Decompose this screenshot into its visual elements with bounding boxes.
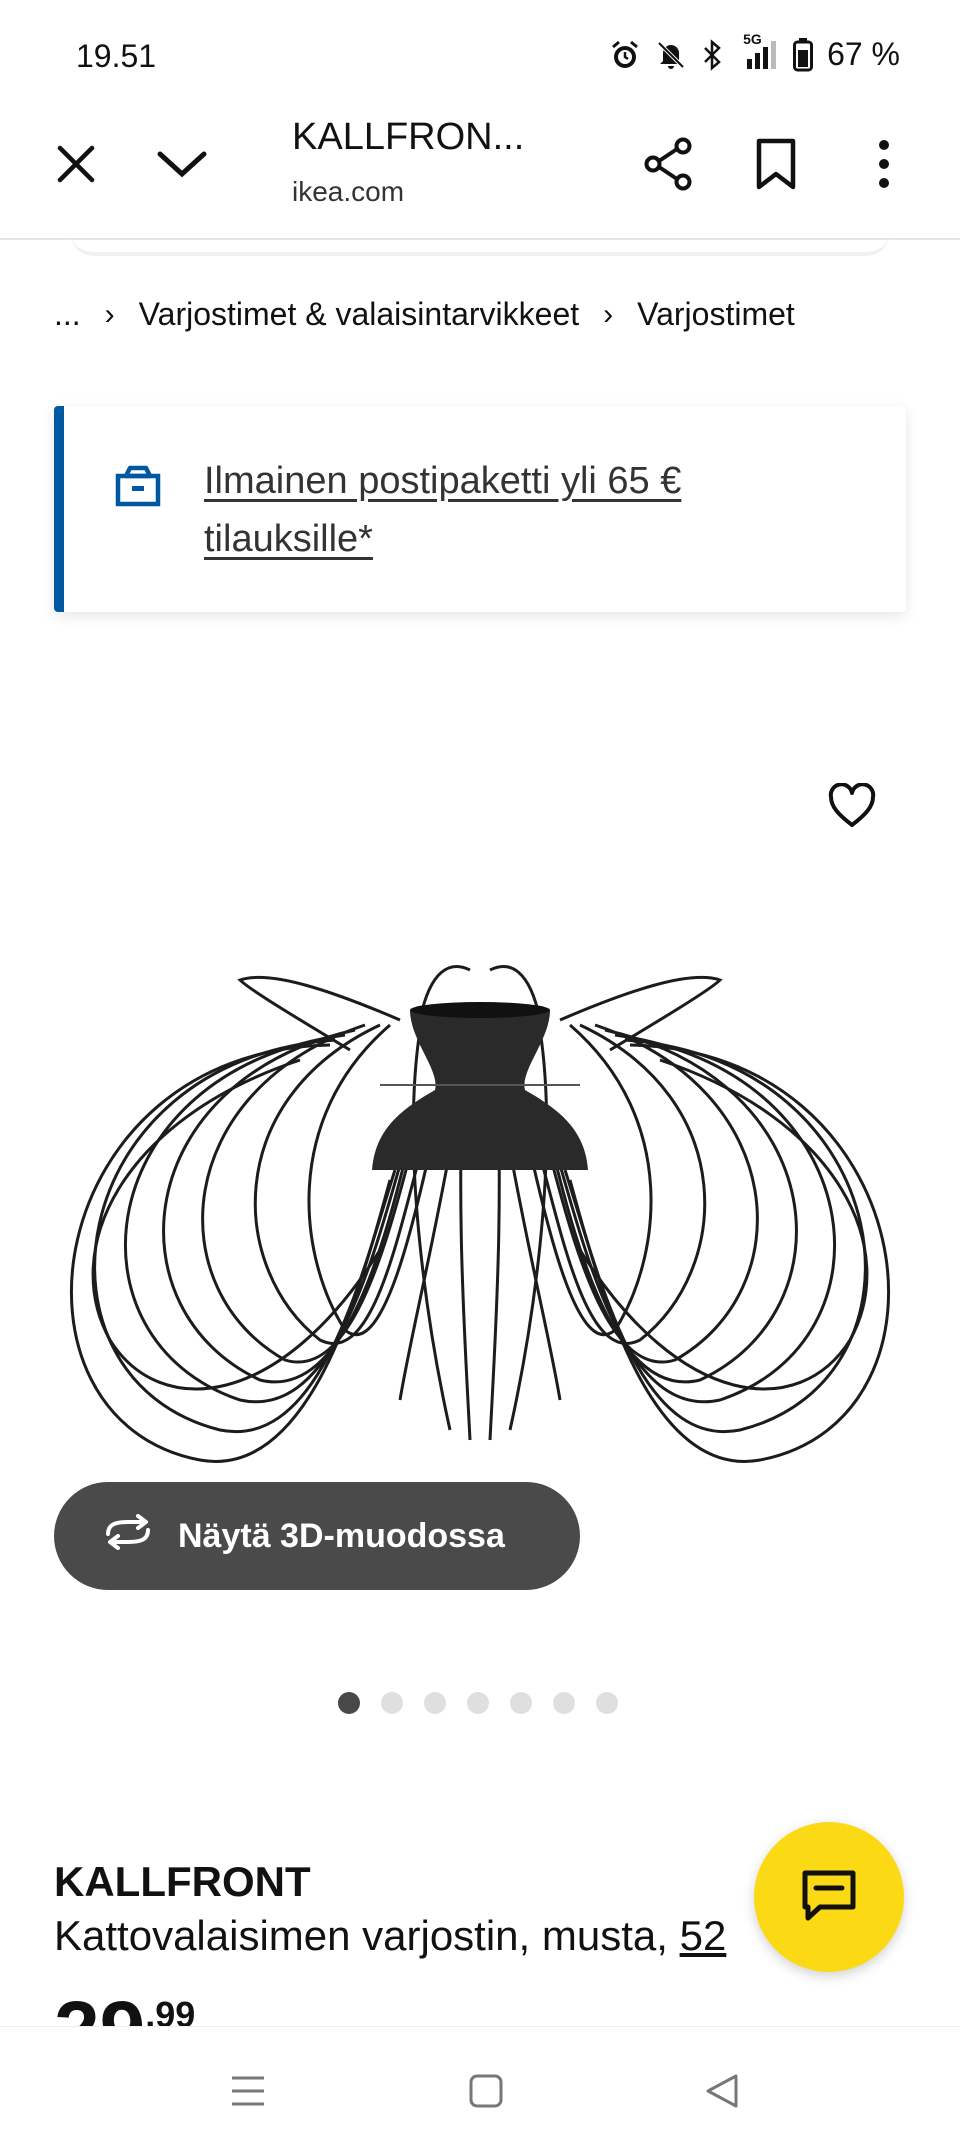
bookmark-icon[interactable]: [744, 132, 808, 196]
network-label: 5G: [743, 30, 762, 47]
system-nav-bar: [0, 2026, 960, 2147]
product-image: [70, 965, 890, 1463]
carousel-dot[interactable]: [467, 1692, 489, 1714]
alarm-icon: [609, 39, 641, 71]
delivery-box-icon: [114, 464, 162, 513]
browser-toolbar: KALLFRON... ikea.com: [0, 110, 960, 240]
shipping-promo-banner: Ilmainen postipaketti yli 65 € tilauksil…: [54, 406, 906, 612]
breadcrumb-ellipsis[interactable]: ...: [54, 296, 81, 333]
status-icons: 5G 67 %: [609, 31, 900, 73]
chevron-down-icon[interactable]: [150, 132, 214, 196]
page-url[interactable]: ikea.com: [292, 176, 404, 208]
view-3d-button[interactable]: Näytä 3D-muodossa: [54, 1482, 580, 1590]
signal-icon: 5G: [739, 31, 779, 71]
view-3d-label: Näytä 3D-muodossa: [178, 1516, 505, 1555]
more-vert-icon[interactable]: [852, 132, 916, 196]
carousel-dot[interactable]: [338, 1692, 360, 1714]
battery-percent: 67 %: [827, 36, 900, 72]
battery-icon: [793, 37, 814, 72]
breadcrumb-chevron-icon: ›: [603, 297, 614, 331]
breadcrumb: ... › Varjostimet & valaisintarvikkeet ›…: [54, 296, 795, 333]
carousel-dot[interactable]: [596, 1692, 618, 1714]
shipping-promo-link[interactable]: Ilmainen postipaketti yli 65 € tilauksil…: [204, 452, 804, 568]
back-icon[interactable]: [694, 2063, 750, 2119]
close-icon[interactable]: [44, 132, 108, 196]
carousel-dot[interactable]: [424, 1692, 446, 1714]
rotate-3d-icon: [100, 1513, 156, 1559]
product-description: Kattovalaisimen varjostin, musta, 52: [54, 1912, 726, 1960]
breadcrumb-item-lighting-accessories[interactable]: Varjostimet & valaisintarvikkeet: [139, 296, 579, 333]
carousel-dot[interactable]: [510, 1692, 532, 1714]
search-bar-edge: [70, 232, 890, 256]
home-icon[interactable]: [458, 2063, 514, 2119]
chat-button[interactable]: [754, 1822, 904, 1972]
product-size-link[interactable]: 52: [680, 1912, 727, 1959]
product-desc-text: Kattovalaisimen varjostin, musta,: [54, 1912, 668, 1959]
bluetooth-icon: [701, 38, 725, 71]
chat-bubble-icon: [800, 1868, 858, 1927]
bell-off-icon: [655, 39, 687, 71]
product-name: KALLFRONT: [54, 1858, 311, 1905]
carousel-dot[interactable]: [553, 1692, 575, 1714]
favourite-heart-icon[interactable]: [822, 776, 882, 836]
status-bar: 19.51 5G 67 %: [0, 0, 960, 110]
share-icon[interactable]: [636, 132, 700, 196]
breadcrumb-item-shades[interactable]: Varjostimet: [637, 296, 795, 333]
status-time: 19.51: [76, 38, 157, 74]
breadcrumb-chevron-icon: ›: [104, 297, 115, 331]
carousel-dots: [338, 1692, 618, 1714]
page-title[interactable]: KALLFRON...: [292, 116, 524, 159]
recent-apps-icon[interactable]: [220, 2063, 276, 2119]
carousel-dot[interactable]: [381, 1692, 403, 1714]
